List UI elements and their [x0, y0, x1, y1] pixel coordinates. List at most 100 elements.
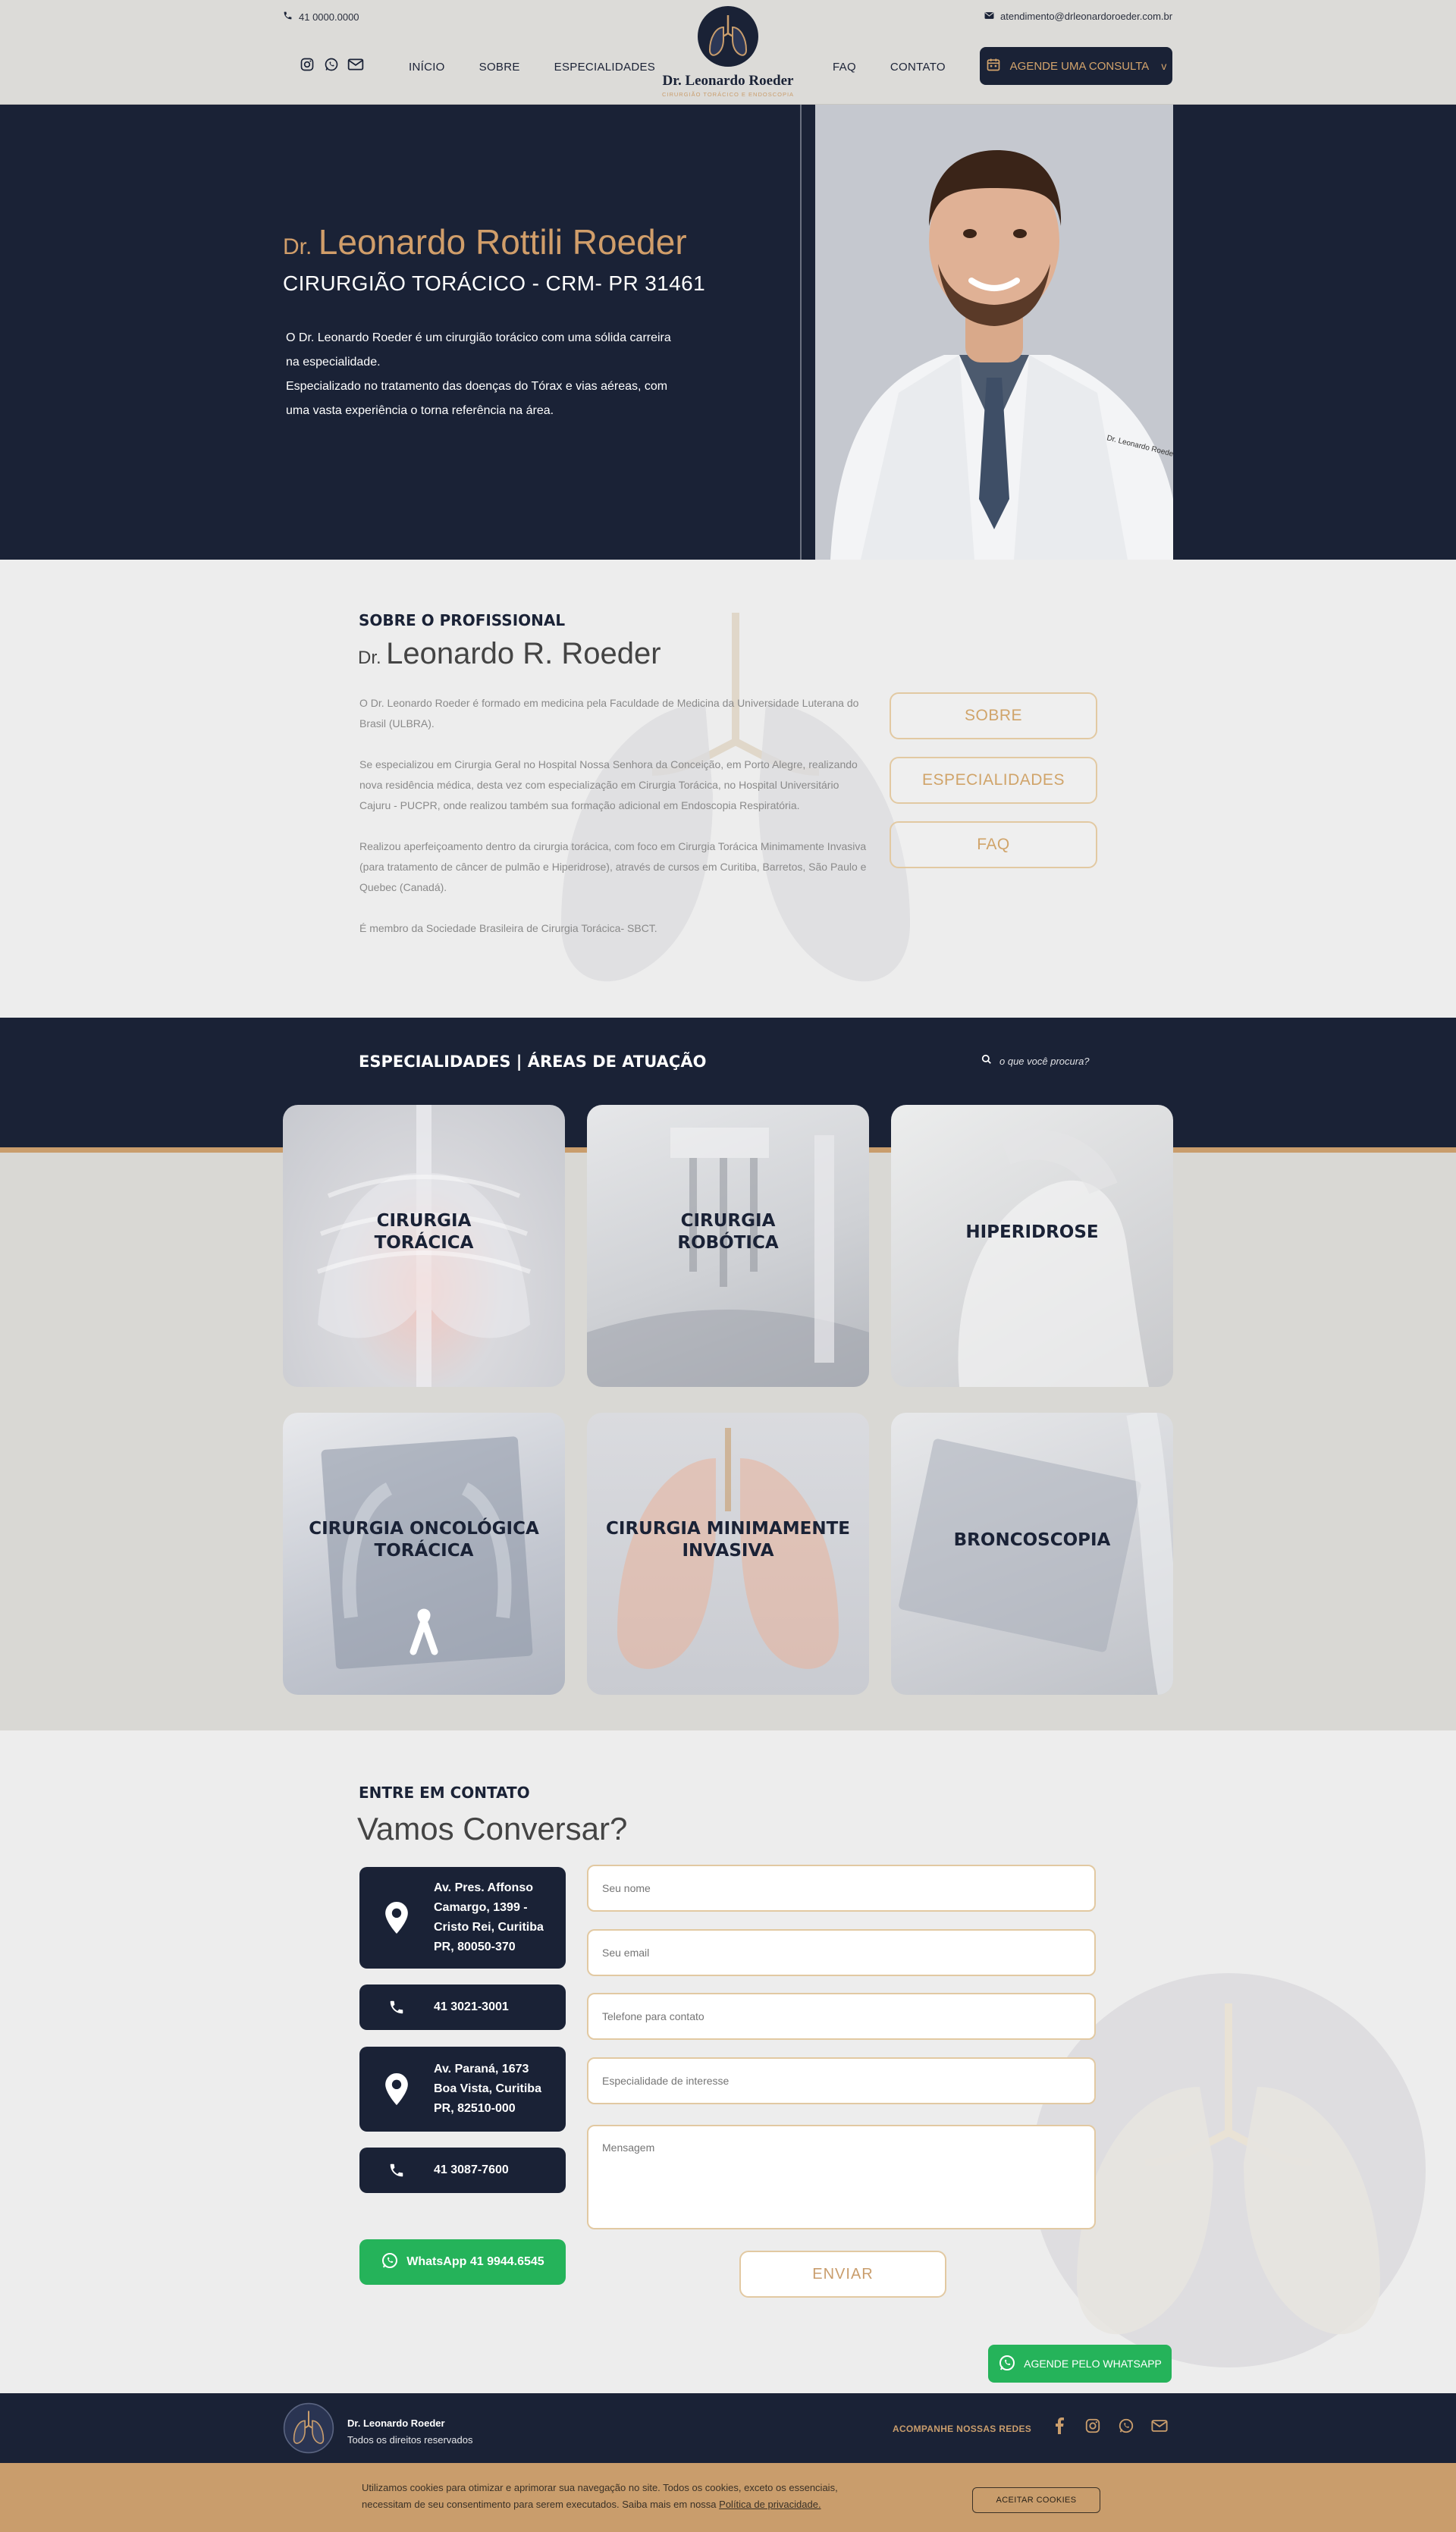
- header-email[interactable]: atendimento@drleonardoroeder.com.br: [984, 11, 1172, 22]
- accept-cookies-button[interactable]: ACEITAR COOKIES: [972, 2487, 1100, 2513]
- mail-icon: [984, 11, 994, 22]
- floating-whatsapp-label: AGENDE PELO WHATSAPP: [1024, 2358, 1162, 2370]
- hero-paragraph-line: uma vasta experiência o torna referência…: [286, 404, 554, 417]
- doctor-portrait-illustration: Dr. Leonardo Roeder: [815, 105, 1177, 560]
- search-input[interactable]: o que você procura?: [999, 1056, 1090, 1067]
- email-input[interactable]: [587, 1929, 1096, 1976]
- card-label-line: ROBÓTICA: [677, 1233, 779, 1253]
- card-label: HIPERIDROSE: [965, 1222, 1098, 1244]
- privacy-policy-link[interactable]: Política de privacidade.: [719, 2499, 821, 2510]
- nav-especialidades[interactable]: ESPECIALIDADES: [554, 61, 655, 74]
- nav-right: FAQ CONTATO: [833, 61, 946, 74]
- address-card-1[interactable]: Av. Pres. Affonso Camargo, 1399 - Cristo…: [359, 1867, 566, 1969]
- card-cirurgia-minimamente-invasiva[interactable]: CIRURGIA MINIMAMENTE INVASIVA: [587, 1413, 869, 1695]
- chevron-down-icon: v: [1161, 60, 1167, 72]
- about-faq-button[interactable]: FAQ: [890, 821, 1097, 868]
- address-card-2[interactable]: Av. Paraná, 1673 Boa Vista, Curitiba PR,…: [359, 2047, 566, 2132]
- card-label-line: CIRURGIA ONCOLÓGICA: [309, 1519, 539, 1539]
- card-cirurgia-oncologica[interactable]: CIRURGIA ONCOLÓGICA TORÁCICA: [283, 1413, 565, 1695]
- nav-contato[interactable]: CONTATO: [890, 61, 946, 74]
- logo-tagline: CIRURGIÃO TORÁCICO E ENDOSCOPIA: [661, 91, 795, 98]
- xray-review-icon: [899, 1413, 1173, 1695]
- about-name-prefix: Dr.: [358, 648, 381, 668]
- header-phone-text: 41 0000.0000: [299, 11, 359, 23]
- card-label-line: HIPERIDROSE: [965, 1222, 1099, 1242]
- card-hiperidrose[interactable]: HIPERIDROSE: [891, 1105, 1173, 1387]
- message-textarea[interactable]: [587, 2125, 1096, 2229]
- footer-rights: Todos os direitos reservados: [347, 2434, 473, 2446]
- hero-section: [0, 105, 1456, 560]
- name-input[interactable]: [587, 1865, 1096, 1912]
- schedule-appointment-button[interactable]: AGENDE UMA CONSULTA v: [980, 47, 1172, 85]
- nav-sobre[interactable]: SOBRE: [479, 61, 520, 74]
- cookie-banner: Utilizamos cookies para otimizar e aprim…: [0, 2463, 1456, 2532]
- card-label: CIRURGIA ONCOLÓGICA TORÁCICA: [309, 1518, 539, 1562]
- lungs-logo-icon: [696, 5, 760, 68]
- header-phone[interactable]: 41 0000.0000: [283, 11, 359, 23]
- submit-button[interactable]: ENVIAR: [739, 2251, 946, 2298]
- card-broncoscopia[interactable]: BRONCOSCOPIA: [891, 1413, 1173, 1695]
- specialties-title: ESPECIALIDADES | ÁREAS DE ATUAÇÃO: [359, 1053, 707, 1071]
- card-label-line: TORÁCICA: [374, 1233, 474, 1253]
- hero-divider: [800, 105, 802, 560]
- schedule-button-label: AGENDE UMA CONSULTA: [1009, 59, 1150, 73]
- specialty-input[interactable]: [587, 2057, 1096, 2104]
- contact-title: Vamos Conversar?: [357, 1811, 628, 1846]
- doctor-photo: Dr. Leonardo Roeder: [815, 105, 1177, 560]
- cookie-text-span: necessitam de seu consentimento para ser…: [362, 2499, 717, 2510]
- card-label: CIRURGIA ROBÓTICA: [677, 1210, 778, 1254]
- header-socials: [299, 56, 364, 73]
- about-text: O Dr. Leonardo Roeder é formado em medic…: [359, 693, 872, 939]
- floating-whatsapp-button[interactable]: AGENDE PELO WHATSAPP: [988, 2345, 1172, 2383]
- hero-name: Leonardo Rottili Roeder: [318, 222, 687, 262]
- about-heading: Dr. Leonardo R. Roeder: [358, 637, 661, 671]
- site-header: 41 0000.0000 atendimento@drleonardoroede…: [0, 0, 1456, 105]
- facebook-icon[interactable]: [1051, 2417, 1068, 2434]
- cookie-text-line: necessitam de seu consentimento para ser…: [362, 2496, 838, 2513]
- armpit-icon: [958, 1129, 1149, 1387]
- about-name: Leonardo R. Roeder: [386, 637, 661, 670]
- instagram-icon[interactable]: [299, 56, 315, 73]
- card-label: CIRURGIA MINIMAMENTE INVASIVA: [606, 1518, 850, 1562]
- address-line: Av. Paraná, 1673: [434, 2063, 529, 2075]
- phone-icon: [283, 11, 293, 23]
- cookie-text-line: Utilizamos cookies para otimizar e aprim…: [362, 2482, 838, 2493]
- site-footer: Dr. Leonardo Roeder Todos os direitos re…: [0, 2393, 1456, 2463]
- card-label-line: TORÁCICA: [374, 1541, 474, 1561]
- hero-paragraph-line: na especialidade.: [286, 356, 381, 369]
- hero-subtitle: CIRURGIÃO TORÁCICO - CRM- PR 31461: [283, 271, 706, 295]
- whatsapp-icon[interactable]: [323, 56, 340, 73]
- address-2-text: Av. Paraná, 1673 Boa Vista, Curitiba PR,…: [434, 2060, 541, 2119]
- site-logo[interactable]: Dr. Leonardo Roeder CIRURGIÃO TORÁCICO E…: [660, 5, 796, 99]
- instagram-icon[interactable]: [1084, 2417, 1101, 2434]
- search-icon: [981, 1054, 992, 1068]
- address-1-text: Av. Pres. Affonso Camargo, 1399 - Cristo…: [434, 1878, 544, 1957]
- about-sobre-button[interactable]: SOBRE: [890, 692, 1097, 739]
- whatsapp-button[interactable]: WhatsApp 41 9944.6545: [359, 2239, 566, 2285]
- about-paragraph: É membro da Sociedade Brasileira de Ciru…: [359, 922, 657, 934]
- logo-name: Dr. Leonardo Roeder: [662, 73, 794, 89]
- lungs-logo-icon[interactable]: [283, 2402, 334, 2458]
- card-cirurgia-toracica[interactable]: CIRURGIA TORÁCICA: [283, 1105, 565, 1387]
- phone-2-text: 41 3087-7600: [434, 2163, 509, 2176]
- whatsapp-icon: [998, 2354, 1016, 2374]
- specialties-search[interactable]: o que você procura?: [981, 1054, 1090, 1068]
- about-especialidades-button[interactable]: ESPECIALIDADES: [890, 757, 1097, 804]
- whatsapp-icon[interactable]: [1118, 2417, 1134, 2434]
- phone-input[interactable]: [587, 1993, 1096, 2040]
- calendar-icon: [986, 57, 1001, 75]
- contact-kicker: ENTRE EM CONTATO: [359, 1784, 530, 1802]
- hero-heading: Dr. Leonardo Rottili Roeder: [283, 221, 687, 262]
- card-cirurgia-robotica[interactable]: CIRURGIA ROBÓTICA: [587, 1105, 869, 1387]
- hero-paragraph-line: O Dr. Leonardo Roeder é um cirurgião tor…: [286, 331, 671, 344]
- mail-icon[interactable]: [347, 56, 364, 73]
- address-line: PR, 80050-370: [434, 1941, 516, 1953]
- phone-card-2[interactable]: 41 3087-7600: [359, 2148, 566, 2193]
- mail-icon[interactable]: [1151, 2417, 1168, 2434]
- phone-card-1[interactable]: 41 3021-3001: [359, 1984, 566, 2030]
- nav-faq[interactable]: FAQ: [833, 61, 856, 74]
- nav-inicio[interactable]: INÍCIO: [409, 61, 445, 74]
- whatsapp-icon: [381, 2251, 399, 2273]
- card-label-line: CIRURGIA: [376, 1211, 472, 1231]
- address-line: PR, 82510-000: [434, 2102, 516, 2115]
